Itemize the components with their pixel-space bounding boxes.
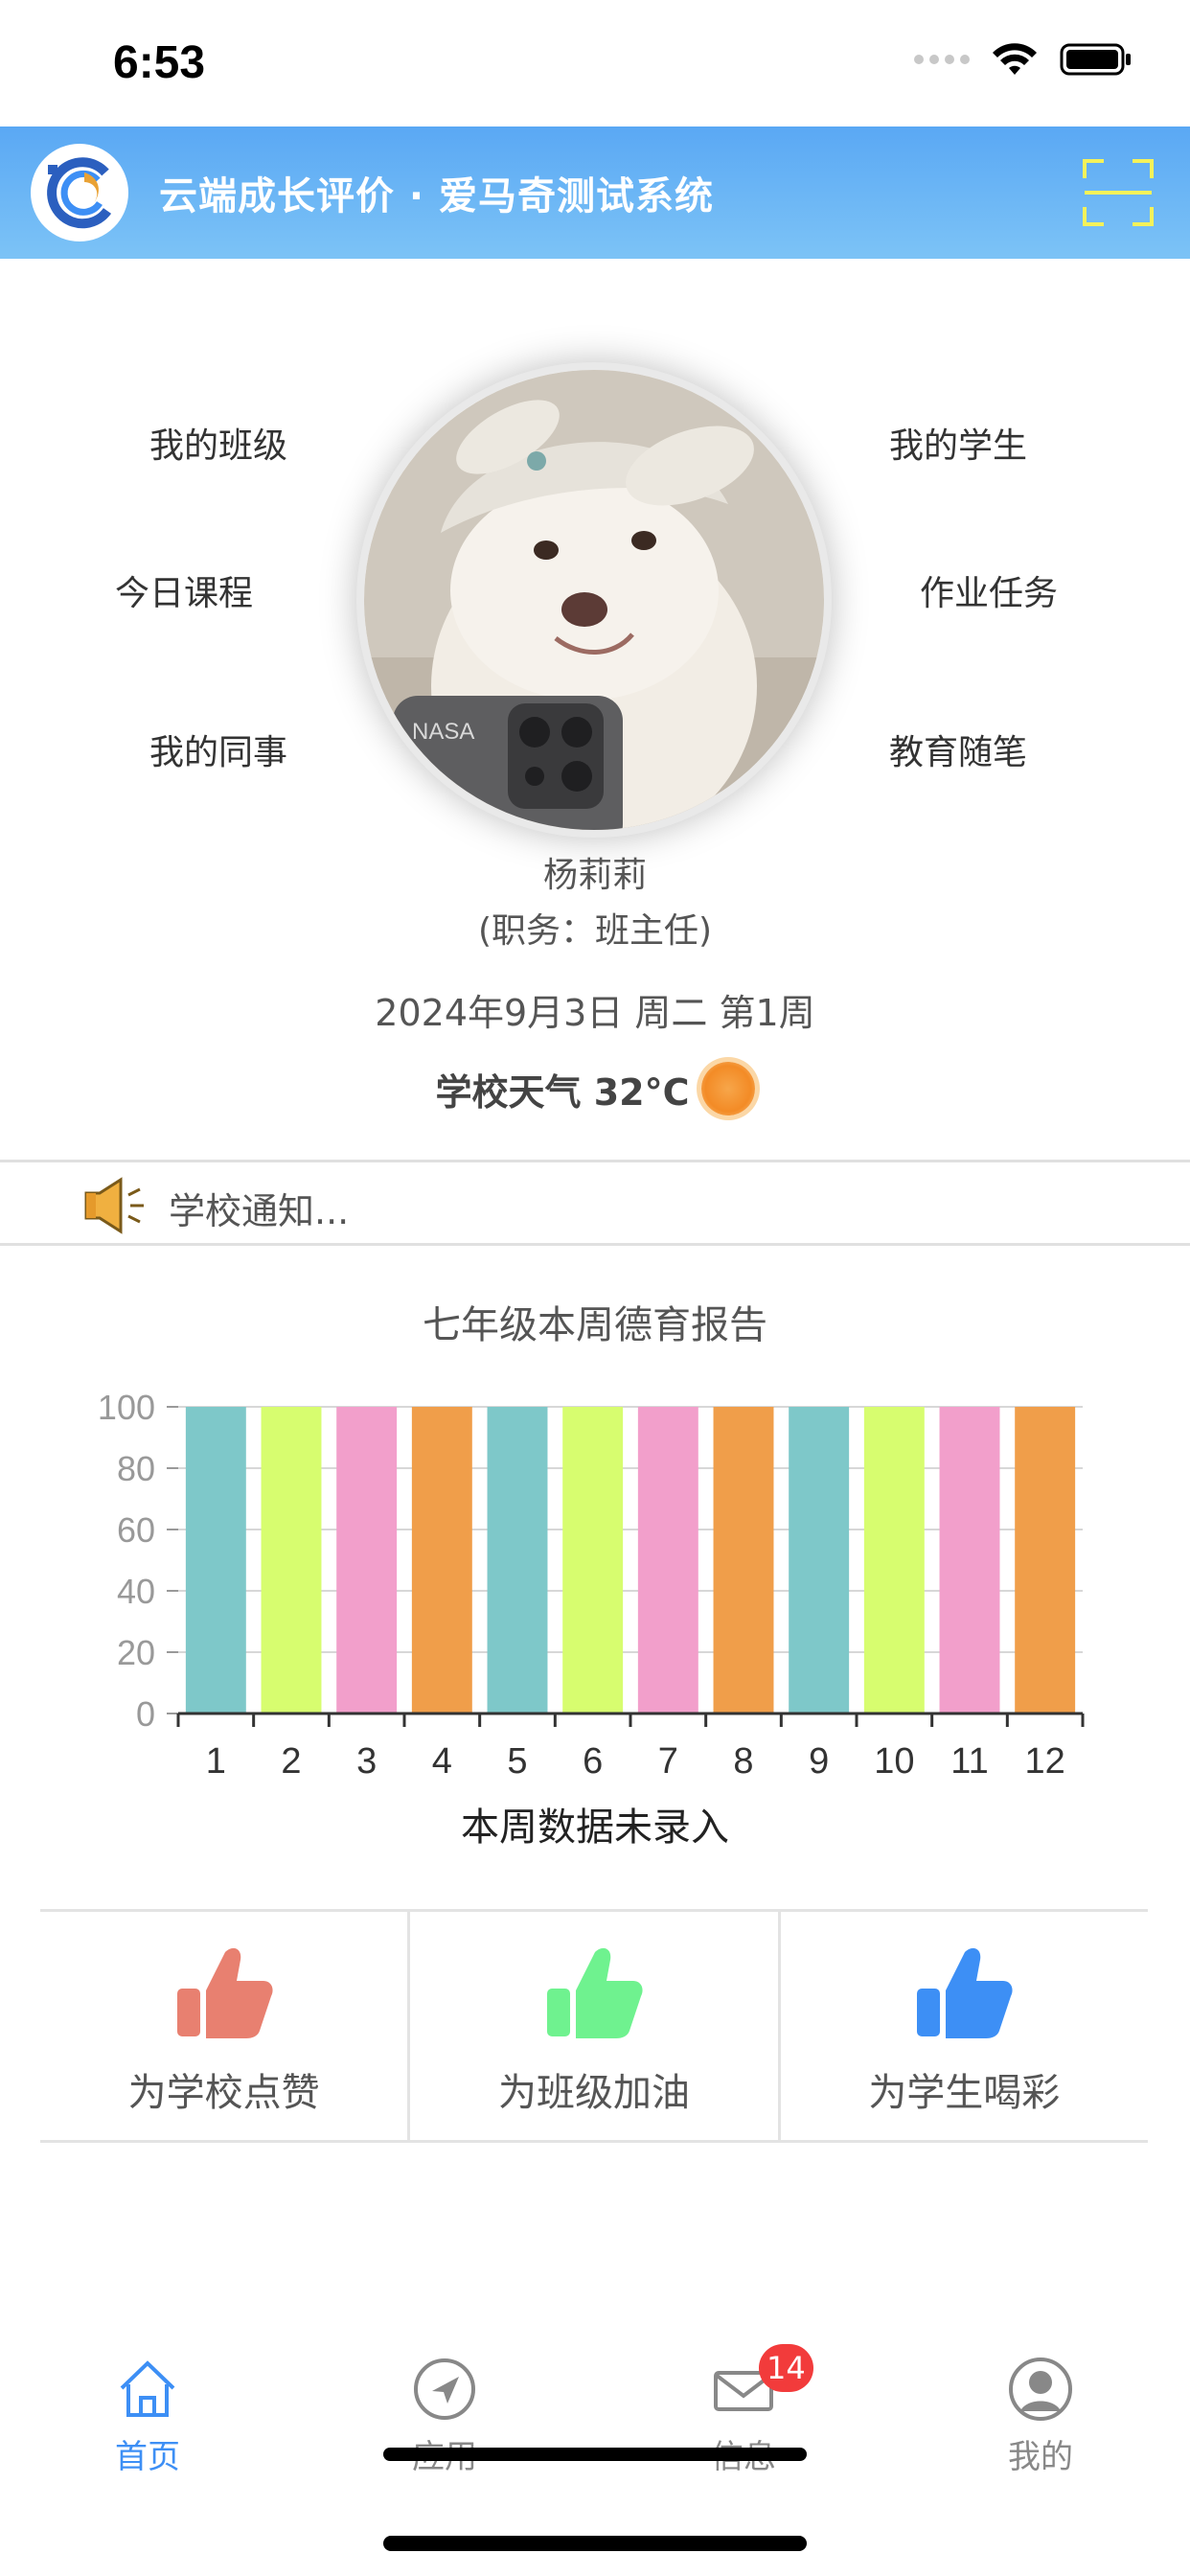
homework-tasks-link[interactable]: 作业任务 — [920, 565, 1058, 615]
message-badge: 14 — [759, 2344, 813, 2392]
x-tick-label: 4 — [432, 1741, 452, 1782]
action-row: 为学校点赞 为班级加油 为学生喝彩 — [40, 1909, 1148, 2143]
edu-notes-link[interactable]: 教育随笔 — [889, 724, 1027, 774]
bar — [487, 1407, 548, 1714]
y-tick-label: 80 — [117, 1449, 155, 1488]
user-name: 杨莉莉 — [542, 856, 647, 895]
cheer-class-label: 为班级加油 — [497, 2071, 690, 2115]
y-tick-label: 100 — [98, 1388, 155, 1427]
tab-home[interactable]: 首页 — [52, 2356, 243, 2477]
today-courses-link[interactable]: 今日课程 — [115, 565, 253, 615]
app-title: 云端成长评价 · 爱马奇测试系统 — [159, 174, 715, 218]
svg-text:NASA: NASA — [412, 719, 474, 745]
my-colleagues-link[interactable]: 我的同事 — [149, 724, 287, 774]
bar — [562, 1407, 624, 1714]
megaphone-icon — [84, 1177, 144, 1234]
y-tick-label: 20 — [117, 1633, 155, 1672]
bar — [637, 1407, 698, 1714]
bar — [713, 1407, 774, 1714]
tab-me[interactable]: 我的 — [945, 2356, 1136, 2477]
like-school-button[interactable]: 为学校点赞 — [40, 1912, 411, 2140]
x-tick-label: 1 — [206, 1741, 226, 1782]
bar — [863, 1407, 925, 1714]
tab-home-label: 首页 — [115, 2438, 180, 2476]
compass-icon — [414, 2358, 475, 2420]
x-tick-label: 5 — [507, 1741, 527, 1782]
y-tick-label: 60 — [117, 1510, 155, 1550]
user-role: (职务：班主任) — [477, 911, 713, 951]
bar — [336, 1407, 398, 1714]
weather-text: 学校天气 32°C — [435, 1070, 690, 1114]
chart-title: 七年级本周德育报告 — [423, 1303, 767, 1347]
bar — [789, 1407, 850, 1714]
sun-icon — [700, 1062, 755, 1116]
bar — [185, 1407, 246, 1714]
my-students-link[interactable]: 我的学生 — [889, 418, 1027, 468]
profile-section: 我的班级 我的学生 今日课程 作业任务 我的同事 教育随笔 NASA 杨莉莉 (… — [0, 259, 1190, 1160]
home-icon — [120, 2360, 175, 2417]
thumbs-up-icon — [546, 1947, 643, 2038]
signal-icon — [914, 55, 970, 64]
notice-text: 学校通知... — [169, 1190, 350, 1232]
home-indicator — [383, 2536, 807, 2551]
x-tick-label: 2 — [281, 1741, 301, 1782]
chart-caption: 本周数据未录入 — [461, 1806, 729, 1850]
y-tick-label: 40 — [117, 1572, 155, 1611]
x-tick-label: 11 — [950, 1741, 988, 1782]
battery-icon — [1060, 43, 1131, 76]
like-school-label: 为学校点赞 — [127, 2071, 320, 2115]
x-tick-label: 8 — [733, 1741, 753, 1782]
y-tick-label: 0 — [136, 1694, 155, 1734]
cheer-class-button[interactable]: 为班级加油 — [410, 1912, 781, 2140]
x-tick-label: 12 — [1025, 1741, 1065, 1782]
x-tick-label: 9 — [809, 1741, 829, 1782]
app-header: 云端成长评价 · 爱马奇测试系统 — [0, 126, 1190, 259]
bar — [411, 1407, 472, 1714]
app-logo — [31, 144, 128, 242]
thumbs-up-icon — [176, 1947, 273, 2038]
bar — [261, 1407, 322, 1714]
date-line: 2024年9月3日 周二 第1周 — [375, 992, 815, 1034]
x-tick-label: 7 — [658, 1741, 678, 1782]
cheer-students-button[interactable]: 为学生喝彩 — [781, 1912, 1148, 2140]
bar-chart: 0204060801001 2 3 4 5 6 7 8 9 10 11 12 — [98, 1388, 1085, 1782]
x-tick-label: 3 — [356, 1741, 377, 1782]
x-tick-label: 6 — [583, 1741, 603, 1782]
user-icon — [1009, 2358, 1072, 2421]
moral-report-chart: 七年级本周德育报告 0 20 40 60 80 100 1 2 3 4 5 6 7 8 9 10 11 12 本周… — [0, 1265, 1190, 1859]
status-time: 6:53 — [113, 37, 206, 88]
bar — [939, 1407, 1000, 1714]
avatar[interactable]: NASA — [356, 362, 832, 838]
cheer-students-label: 为学生喝彩 — [868, 2071, 1061, 2115]
home-indicator-upper — [383, 2448, 807, 2461]
x-tick-label: 10 — [874, 1741, 914, 1782]
status-bar: 6:53 — [0, 0, 1190, 126]
my-class-link[interactable]: 我的班级 — [149, 418, 287, 468]
scan-icon[interactable] — [1083, 159, 1154, 226]
status-icons — [914, 42, 1133, 77]
weather: 学校天气 32°C — [0, 1062, 1190, 1116]
tab-bar: 首页 应用 14 信息 我的 — [0, 2329, 1190, 2501]
notice-bar[interactable]: 学校通知... — [0, 1160, 1190, 1246]
avatar-image: NASA — [364, 370, 824, 830]
wifi-icon — [993, 43, 1037, 75]
tab-me-label: 我的 — [1008, 2438, 1073, 2476]
thumbs-up-icon — [917, 1947, 1013, 2038]
bar — [1015, 1407, 1076, 1714]
